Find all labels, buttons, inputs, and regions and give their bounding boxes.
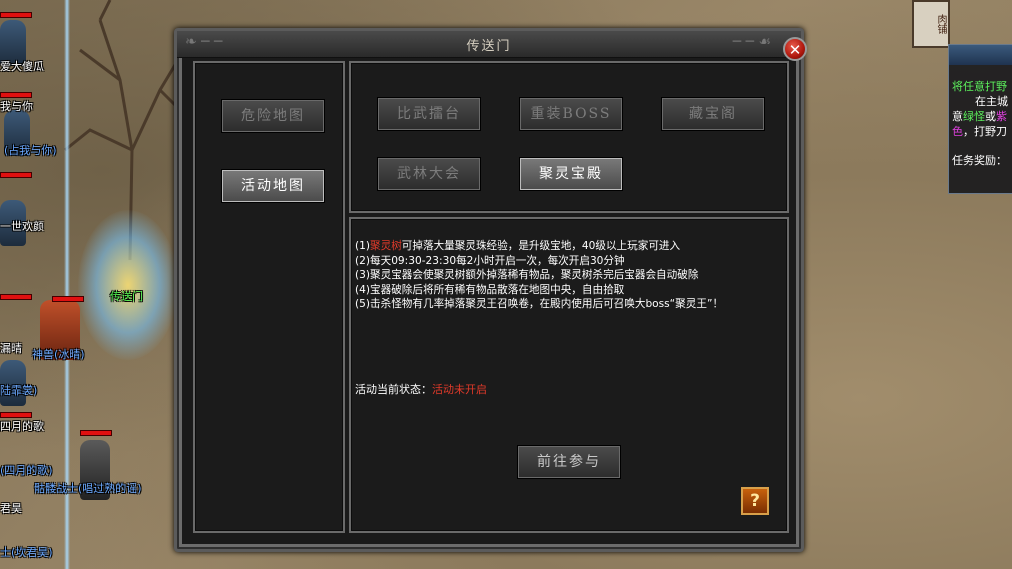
- pet-name[interactable]: 神兽(冰晴): [32, 346, 85, 362]
- event-status: 活动当前状态：活动未开启: [355, 381, 487, 397]
- hp-bar: [80, 430, 112, 436]
- quest-desc: 在主城: [975, 95, 1008, 108]
- player-name[interactable]: 四月的歌: [0, 418, 44, 434]
- rule-line: (2)每天09:30-23:30每2小时开启一次，每次开启30分钟: [355, 254, 625, 267]
- player-name[interactable]: 爱大傻瓜: [0, 58, 44, 74]
- player-name[interactable]: 漏晴: [0, 340, 22, 356]
- portal-label[interactable]: 传送门: [110, 288, 143, 304]
- tab-event-maps[interactable]: 活动地图: [221, 169, 325, 203]
- quest-reward-label: 任务奖励：: [952, 154, 1007, 167]
- event-button-treasure-pavilion[interactable]: 藏宝阁: [661, 97, 765, 131]
- quest-tracker[interactable]: 将任意打野 在主城 意绿怪或紫 色，打野刀 任务奖励：: [948, 44, 1012, 194]
- event-button-heavy-boss[interactable]: 重装BOSS: [519, 97, 623, 131]
- event-button-spirit-palace[interactable]: 聚灵宝殿: [519, 157, 623, 191]
- player-name[interactable]: 我与你: [0, 98, 33, 114]
- hp-bar: [0, 294, 32, 300]
- teleport-dialog: ❧ ─ ─ ─ ─ ☙ 传送门 ✕ 危险地图 活动地图 比武擂台 重装BOSS …: [174, 28, 807, 552]
- quest-title[interactable]: 将任意打野: [949, 79, 1012, 94]
- close-button[interactable]: ✕: [783, 37, 807, 61]
- player-name[interactable]: 一世欢颜: [0, 218, 44, 234]
- dialog-title-bar[interactable]: ❧ ─ ─ ─ ─ ☙ 传送门: [177, 31, 801, 58]
- quest-desc: 色，打野刀: [952, 125, 1007, 138]
- help-icon[interactable]: ?: [741, 487, 769, 515]
- rule-line: (3)聚灵宝器会使聚灵树额外掉落稀有物品，聚灵树杀完后宝器会自动破除: [355, 269, 699, 282]
- quest-header: [949, 45, 1012, 65]
- join-button[interactable]: 前往参与: [517, 445, 621, 479]
- player-guild: (四月的歌): [0, 464, 53, 477]
- event-button-martial-conference[interactable]: 武林大会: [377, 157, 481, 191]
- quest-desc: 意绿怪或紫: [952, 110, 1007, 123]
- event-rules: (1)聚灵树可掉落大量聚灵珠经验，是升级宝地，40级以上玩家可进入 (2)每天0…: [355, 239, 775, 312]
- portal[interactable]: [78, 210, 178, 360]
- rule-line: (4)宝器破除后将所有稀有物品散落在地图中央，自由拾取: [355, 283, 625, 296]
- tab-danger-maps[interactable]: 危险地图: [221, 99, 325, 133]
- shop-sign[interactable]: 肉铺: [912, 0, 950, 48]
- hp-bar: [0, 12, 32, 18]
- status-label: 活动当前状态：: [355, 383, 432, 396]
- player-name[interactable]: 君昊: [0, 500, 22, 516]
- player-guild: 陆霏裳): [0, 384, 38, 397]
- dialog-title: 传送门: [466, 39, 512, 54]
- hp-bar: [52, 296, 84, 302]
- rule-line: (5)击杀怪物有几率掉落聚灵王召唤卷，在殿内使用后可召唤大boss“聚灵王”！: [355, 298, 724, 311]
- player-guild: (占我与你): [4, 144, 57, 157]
- pet-name[interactable]: 士(坎君昊): [0, 544, 53, 560]
- pet-name[interactable]: 骷髅战士(唱过熟的谣): [34, 480, 142, 496]
- status-value: 活动未开启: [432, 383, 487, 396]
- event-button-arena[interactable]: 比武擂台: [377, 97, 481, 131]
- hp-bar: [0, 172, 32, 178]
- rule-line: (1)聚灵树可掉落大量聚灵珠经验，是升级宝地，40级以上玩家可进入: [355, 240, 681, 252]
